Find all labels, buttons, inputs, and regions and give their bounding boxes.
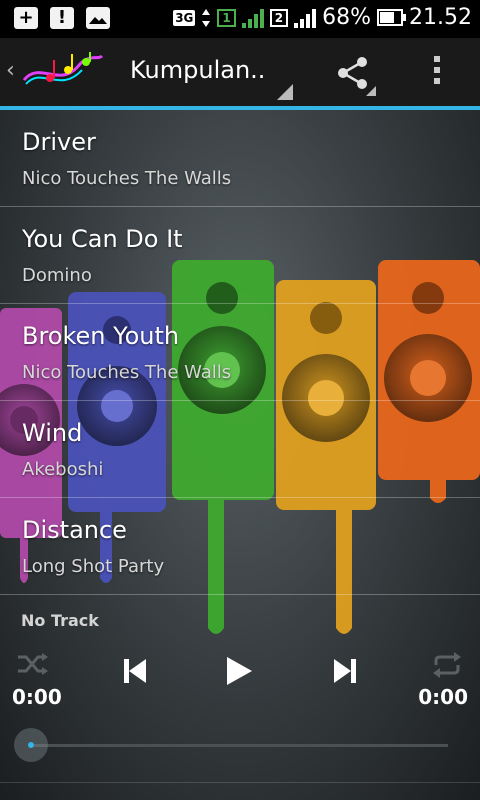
song-artist: Domino xyxy=(22,265,92,286)
image-notification-icon[interactable] xyxy=(86,7,110,29)
signal-sim2-icon xyxy=(294,8,317,28)
overflow-menu-icon[interactable] xyxy=(430,56,444,90)
add-notification-icon[interactable]: + xyxy=(14,7,38,29)
song-list: Driver Nico Touches The Walls You Can Do… xyxy=(0,110,480,595)
data-activity-icon xyxy=(202,8,211,27)
share-dropdown-icon xyxy=(366,86,376,96)
divider xyxy=(0,782,480,783)
seek-thumb[interactable] xyxy=(14,728,48,762)
app-logo-icon[interactable] xyxy=(20,50,104,94)
list-item[interactable]: Distance Long Shot Party xyxy=(0,498,480,595)
list-item[interactable]: You Can Do It Domino xyxy=(0,207,480,304)
playlist-title[interactable]: Kumpulan.. xyxy=(130,56,265,84)
signal-sim1-icon xyxy=(241,8,264,28)
now-playing-label: No Track xyxy=(21,611,99,630)
back-chevron-icon[interactable]: ‹ xyxy=(6,58,15,83)
sim2-indicator: 2 xyxy=(269,8,289,27)
song-artist: Nico Touches The Walls xyxy=(22,168,232,189)
play-icon[interactable] xyxy=(224,655,254,687)
playlist-dropdown-icon[interactable] xyxy=(277,84,293,100)
song-artist: Long Shot Party xyxy=(22,556,165,577)
share-icon[interactable] xyxy=(336,56,370,90)
song-title: Distance xyxy=(22,516,127,544)
previous-track-icon[interactable] xyxy=(122,657,148,685)
next-track-icon[interactable] xyxy=(332,657,358,685)
elapsed-time: 0:00 xyxy=(12,685,62,709)
seek-bar[interactable] xyxy=(14,726,462,766)
song-title: You Can Do It xyxy=(22,225,183,253)
alert-notification-icon[interactable]: ! xyxy=(50,7,74,29)
song-artist: Akeboshi xyxy=(22,459,104,480)
status-bar: + ! 3G 1 2 68% 21.52 xyxy=(0,0,480,38)
song-title: Wind xyxy=(22,419,83,447)
total-duration: 0:00 xyxy=(418,685,468,709)
sim1-indicator: 1 xyxy=(217,8,236,27)
network-type: 3G xyxy=(173,9,196,26)
clock: 21.52 xyxy=(409,5,472,30)
battery-icon xyxy=(377,9,407,26)
player-panel: No Track 0:00 0:00 xyxy=(0,603,480,800)
list-item[interactable]: Broken Youth Nico Touches The Walls xyxy=(0,304,480,401)
song-title: Driver xyxy=(22,128,96,156)
list-item[interactable]: Driver Nico Touches The Walls xyxy=(0,110,480,207)
song-artist: Nico Touches The Walls xyxy=(22,362,232,383)
shuffle-icon[interactable] xyxy=(16,651,50,677)
action-bar: ‹ Kumpulan.. xyxy=(0,38,480,110)
battery-percent: 68% xyxy=(322,5,372,30)
song-title: Broken Youth xyxy=(22,322,180,350)
seek-track[interactable] xyxy=(34,744,448,747)
repeat-icon[interactable] xyxy=(430,651,464,679)
list-item[interactable]: Wind Akeboshi xyxy=(0,401,480,498)
